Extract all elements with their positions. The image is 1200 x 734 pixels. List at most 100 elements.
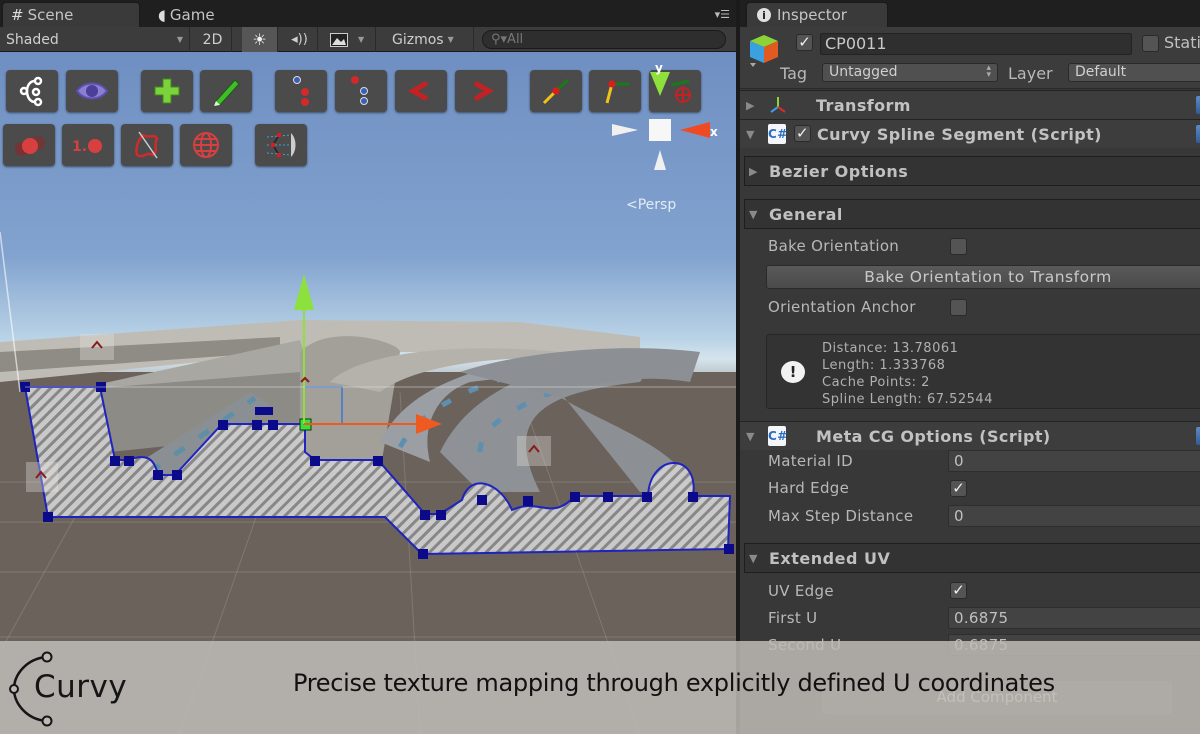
shape-tool-button[interactable]	[121, 124, 173, 166]
hard-edge-row: Hard Edge	[768, 477, 849, 499]
exclamation-icon: !	[781, 361, 805, 383]
gizmos-dropdown[interactable]: Gizmos ▼	[386, 27, 474, 52]
material-id-field[interactable]: 0	[948, 450, 1200, 472]
next-point-button[interactable]	[455, 70, 507, 112]
chevron-down-icon: ▼	[176, 35, 183, 44]
max-step-row: Max Step Distance	[768, 505, 913, 527]
collapse-arrow-icon: ▼	[749, 551, 758, 565]
collapse-arrow-icon: ▼	[746, 127, 755, 141]
transform-axes-icon	[770, 97, 786, 113]
spheres-icon	[15, 136, 45, 156]
segment-info-box: ! Distance: 13.78061 Length: 1.333768 Ca…	[766, 334, 1200, 409]
bake-orientation-checkbox[interactable]	[950, 238, 967, 255]
unity-editor: # Scene ◖ Game ▾☰ Shaded ▼ 2D ☀ ◂)) ▼ Gi…	[0, 0, 1200, 734]
orientation-anchor-checkbox[interactable]	[950, 299, 967, 316]
projection-icon	[266, 133, 296, 157]
select-last-points-button[interactable]	[335, 70, 387, 112]
object-name-field[interactable]: CP0011	[820, 33, 1132, 55]
general-title: General	[769, 204, 843, 224]
caption-text: Precise texture mapping through explicit…	[293, 669, 1055, 697]
segment-enabled-checkbox[interactable]: ✓	[794, 125, 811, 142]
visibility-tool-button[interactable]	[66, 70, 118, 112]
persp-arrow-icon: <	[626, 197, 638, 213]
help-book-icon[interactable]	[1196, 427, 1200, 445]
expand-arrow-icon: ▶	[746, 98, 755, 112]
meta-cg-options-header[interactable]: ▼ C# Meta CG Options (Script)	[740, 421, 1200, 450]
scene-search-input[interactable]: ⚲▾All	[482, 30, 726, 49]
extended-uv-section[interactable]: ▼ Extended UV	[744, 543, 1200, 573]
spheres-tool-button[interactable]	[3, 124, 55, 166]
help-book-icon[interactable]	[1196, 96, 1200, 114]
audio-toggle[interactable]: ◂))	[282, 27, 318, 52]
scene-viewport[interactable]: 1. y x <Persp	[0, 52, 736, 734]
shading-mode-dropdown[interactable]: Shaded ▼	[0, 27, 190, 52]
effects-dropdown[interactable]: ▼	[324, 27, 376, 52]
neg-x-cone	[612, 124, 638, 136]
tab-inspector[interactable]: i Inspector	[746, 2, 888, 27]
x-axis-label: x	[710, 125, 718, 139]
select-first-points-button[interactable]	[275, 70, 327, 112]
scene-pane: # Scene ◖ Game ▾☰ Shaded ▼ 2D ☀ ◂)) ▼ Gi…	[0, 0, 736, 734]
edit-tool-button[interactable]	[200, 70, 252, 112]
general-section[interactable]: ▼ General	[744, 199, 1200, 229]
meta-cg-title: Meta CG Options (Script)	[816, 426, 1051, 446]
max-step-field[interactable]: 0	[948, 505, 1200, 527]
tab-scene[interactable]: # Scene	[2, 2, 140, 27]
spline-segment-header[interactable]: ▼ C# ✓ Curvy Spline Segment (Script)	[740, 119, 1200, 148]
segment-title: Curvy Spline Segment (Script)	[817, 124, 1102, 144]
bezier-options-section[interactable]: ▶ Bezier Options	[744, 156, 1200, 186]
y-cone	[650, 72, 670, 96]
hard-edge-checkbox[interactable]: ✓	[950, 480, 967, 497]
chevron-left-icon	[407, 80, 429, 102]
layer-value: Default	[1075, 64, 1127, 80]
sun-icon: ☀	[252, 30, 267, 49]
tangent-straight-button[interactable]	[530, 70, 582, 112]
static-checkbox[interactable]	[1142, 35, 1159, 52]
view-orientation-gizmo[interactable]: y x	[608, 64, 718, 174]
uv-edge-label: UV Edge	[768, 582, 834, 600]
tag-dropdown[interactable]: Untagged ▴ ▾	[822, 63, 998, 82]
first-u-row: First U	[768, 607, 817, 629]
bezier-options-title: Bezier Options	[769, 161, 909, 181]
bake-orientation-row: Bake Orientation	[768, 235, 899, 257]
gameobject-header: ✓ CP0011 Static Tag Untagged ▴▾ Layer De…	[740, 27, 1200, 89]
collapse-arrow-icon: ▼	[746, 429, 755, 443]
info-spline-length: Spline Length: 67.52544	[822, 392, 993, 407]
extended-uv-title: Extended UV	[769, 548, 891, 568]
image-icon	[330, 32, 348, 47]
neg-y-cone	[654, 150, 666, 170]
previous-point-button[interactable]	[395, 70, 447, 112]
projection-toggle[interactable]: <Persp	[626, 197, 676, 213]
x-cone	[680, 122, 710, 138]
transform-title: Transform	[816, 95, 911, 115]
add-control-point-button[interactable]	[141, 70, 193, 112]
active-checkbox[interactable]: ✓	[796, 34, 813, 51]
search-placeholder: All	[507, 32, 524, 47]
expand-arrow-icon: ▶	[749, 164, 758, 178]
lighting-toggle[interactable]: ☀	[242, 27, 278, 52]
grid-hash-icon: #	[11, 6, 24, 24]
info-distance: Distance: 13.78061	[822, 341, 959, 356]
segment-info-text: Distance: 13.78061 Length: 1.333768 Cach…	[822, 340, 993, 408]
2d-toggle[interactable]: 2D	[194, 27, 232, 52]
csharp-script-icon: C#	[768, 124, 787, 144]
first-u-field[interactable]: 0.6875	[948, 607, 1200, 629]
gizmos-label: Gizmos	[392, 31, 444, 48]
hierarchy-tool-button[interactable]	[6, 70, 58, 112]
uv-edge-row: UV Edge	[768, 580, 834, 602]
first-u-label: First U	[768, 609, 818, 627]
projection-tool-button[interactable]	[255, 124, 307, 166]
max-step-label: Max Step Distance	[768, 507, 914, 525]
scale-tool-button[interactable]: 1.	[62, 124, 114, 166]
globe-tool-button[interactable]	[180, 124, 232, 166]
info-length: Length: 1.333768	[822, 358, 946, 373]
help-book-icon[interactable]	[1196, 125, 1200, 143]
material-id-label: Material ID	[768, 452, 853, 470]
uv-edge-checkbox[interactable]: ✓	[950, 582, 967, 599]
layer-dropdown[interactable]: Default	[1068, 63, 1200, 82]
transform-header[interactable]: ▶ Transform	[740, 90, 1200, 119]
panel-menu-icon[interactable]: ▾☰	[715, 8, 730, 21]
bake-orientation-button[interactable]: Bake Orientation to Transform	[766, 265, 1200, 289]
tab-game[interactable]: ◖ Game	[150, 2, 223, 27]
chevron-down-icon: ▼	[358, 35, 365, 44]
